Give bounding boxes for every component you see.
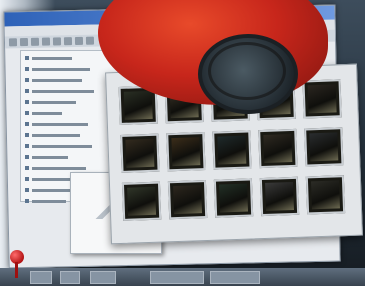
- toolbar-button[interactable]: [19, 37, 29, 47]
- toolbar-button[interactable]: [30, 37, 40, 46]
- thumbnail-image: [265, 181, 294, 211]
- toolbar-button[interactable]: [85, 36, 95, 45]
- taskbar: [0, 268, 365, 286]
- bullet-icon: [25, 155, 29, 159]
- thumbnail-image: [309, 132, 339, 162]
- toolbar-button[interactable]: [8, 38, 18, 47]
- pin-stem: [15, 262, 18, 278]
- thumb-12[interactable]: [167, 179, 208, 220]
- outline-item[interactable]: [25, 87, 117, 95]
- photo-of-screen: [0, 0, 365, 286]
- thumb-15[interactable]: [305, 175, 346, 215]
- thumb-7[interactable]: [166, 132, 206, 172]
- outline-item[interactable]: [25, 142, 117, 150]
- bullet-icon: [25, 67, 29, 71]
- thumbnail-image: [173, 185, 203, 215]
- thumbnail-image: [123, 90, 153, 120]
- toolbar-button[interactable]: [52, 37, 62, 46]
- bullet-icon: [25, 144, 29, 148]
- outline-item[interactable]: [25, 98, 117, 106]
- thumbnail-image: [171, 137, 201, 167]
- thumbnail-image: [125, 138, 155, 168]
- bullet-icon: [25, 122, 29, 126]
- outline-item[interactable]: [25, 65, 117, 73]
- toolbar-button[interactable]: [63, 37, 73, 46]
- thumb-8[interactable]: [212, 130, 252, 170]
- bullet-icon: [25, 111, 29, 115]
- outline-item[interactable]: [25, 164, 117, 172]
- thumb-10[interactable]: [304, 127, 344, 167]
- bullet-icon: [25, 100, 29, 104]
- toolbar-button[interactable]: [41, 37, 51, 46]
- outline-item[interactable]: [25, 131, 117, 139]
- task-button[interactable]: [30, 271, 52, 284]
- bullet-icon: [25, 177, 29, 181]
- task-button[interactable]: [150, 271, 204, 284]
- thumb-14[interactable]: [259, 176, 300, 217]
- outline-item[interactable]: [25, 76, 117, 84]
- outline-item[interactable]: [25, 153, 117, 161]
- thumbnail-image: [307, 84, 337, 114]
- outline-item[interactable]: [25, 109, 117, 117]
- bullet-icon: [25, 188, 29, 192]
- thumb-13[interactable]: [213, 178, 254, 218]
- bullet-icon: [25, 166, 29, 170]
- thumbnail-image: [219, 183, 249, 213]
- outline-item[interactable]: [25, 120, 117, 128]
- bullet-icon: [25, 56, 29, 60]
- task-button[interactable]: [210, 271, 260, 284]
- toolbar-button[interactable]: [74, 36, 84, 46]
- thumb-9[interactable]: [258, 128, 298, 169]
- bullet-icon: [25, 78, 29, 82]
- thumbnail-image: [311, 180, 340, 210]
- bullet-icon: [25, 199, 29, 203]
- lens-ring: [208, 42, 286, 100]
- task-button[interactable]: [60, 271, 80, 284]
- thumbnail-image: [263, 133, 293, 163]
- thumb-11[interactable]: [121, 181, 162, 221]
- thumbnail-image: [217, 135, 247, 165]
- bullet-icon: [25, 133, 29, 137]
- thumb-6[interactable]: [120, 133, 160, 173]
- thumb-5[interactable]: [302, 79, 342, 119]
- bullet-icon: [25, 89, 29, 93]
- thumbnail-image: [127, 186, 157, 216]
- task-button[interactable]: [90, 271, 116, 284]
